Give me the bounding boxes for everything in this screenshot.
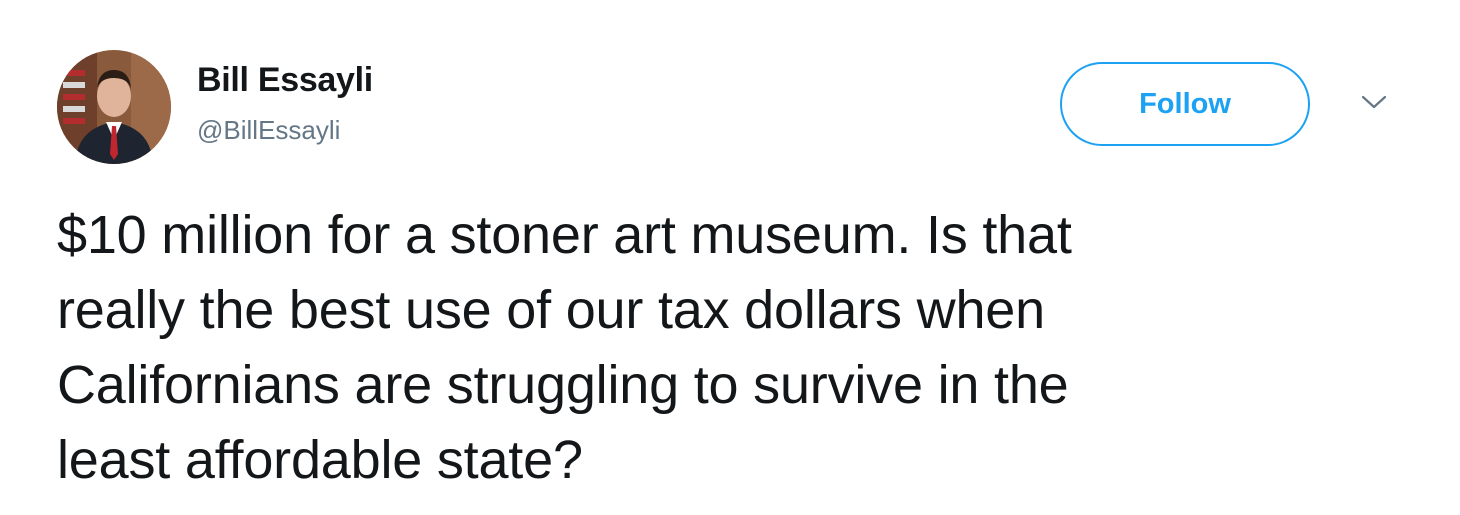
tweet-card: Bill Essayli @BillEssayli Follow $10 mil…	[0, 0, 1460, 515]
tweet-text-line: Californians are struggling to survive i…	[57, 355, 1069, 415]
tweet-text: $10 million for a stoner art museum. Is …	[57, 198, 1417, 498]
user-display-name[interactable]: Bill Essayli	[197, 60, 373, 100]
tweet-text-line: $10 million for a stoner art museum. Is …	[57, 205, 1072, 265]
user-handle[interactable]: @BillEssayli	[197, 114, 340, 146]
tweet-text-line: really the best use of our tax dollars w…	[57, 280, 1045, 340]
chevron-down-icon[interactable]	[1360, 92, 1388, 112]
avatar[interactable]	[57, 50, 171, 164]
tweet-text-line: least affordable state?	[57, 430, 583, 490]
follow-button[interactable]: Follow	[1060, 62, 1310, 146]
